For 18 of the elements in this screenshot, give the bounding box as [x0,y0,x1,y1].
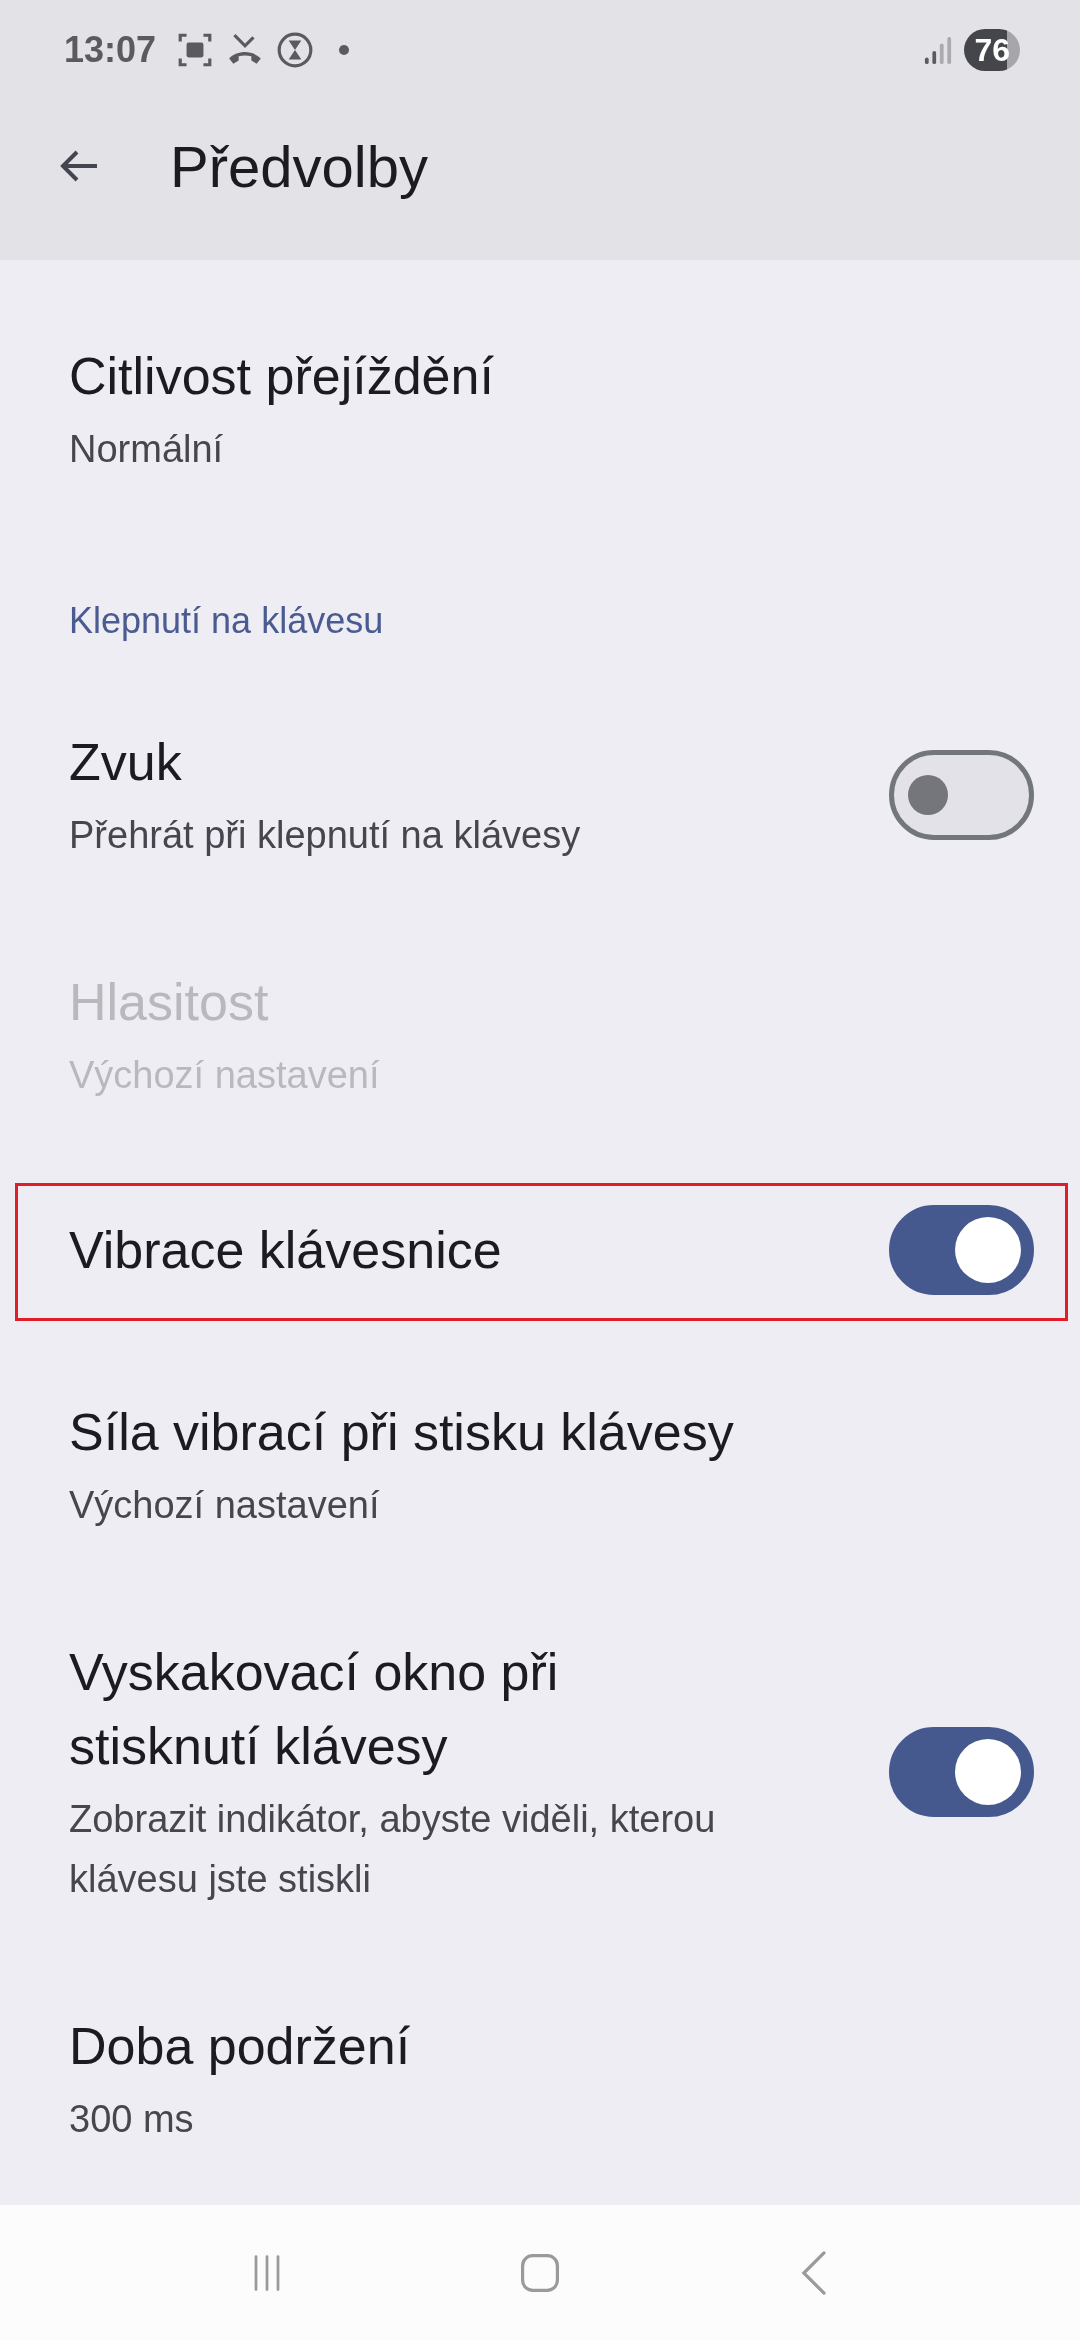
setting-title[interactable]: Citlivost přejíždění [69,339,1034,413]
setting-summary: Přehrát při klepnutí na klávesy [69,813,582,858]
setting-summary: Zobrazit indikátor, abyste viděli, kterou klávesu jste stiskli [69,1797,717,1902]
battery-indicator: 76 [964,29,1020,71]
signal-icon [924,35,953,65]
setting-title[interactable]: Vibrace klávesnice [69,1213,749,1287]
setting-title[interactable]: Vyskakovací okno při stisknutí klávesy [69,1635,749,1783]
setting-summary: Normální [69,427,225,472]
setting-title[interactable]: Zvuk [69,725,749,799]
notification-dot-icon [338,44,351,56]
status-time: 13:07 [64,29,157,71]
section-header: Klepnutí na klávesu [68,599,385,643]
setting-summary: 300 ms [69,2097,195,2142]
timer-icon [276,31,315,69]
setting-title[interactable]: Síla vibrací při stisku klávesy [69,1395,1034,1469]
setting-summary: Výchozí nastavení [69,1483,381,1528]
page-title: Předvolby [170,132,428,200]
setting-title[interactable]: Doba podržení [69,2009,1034,2083]
